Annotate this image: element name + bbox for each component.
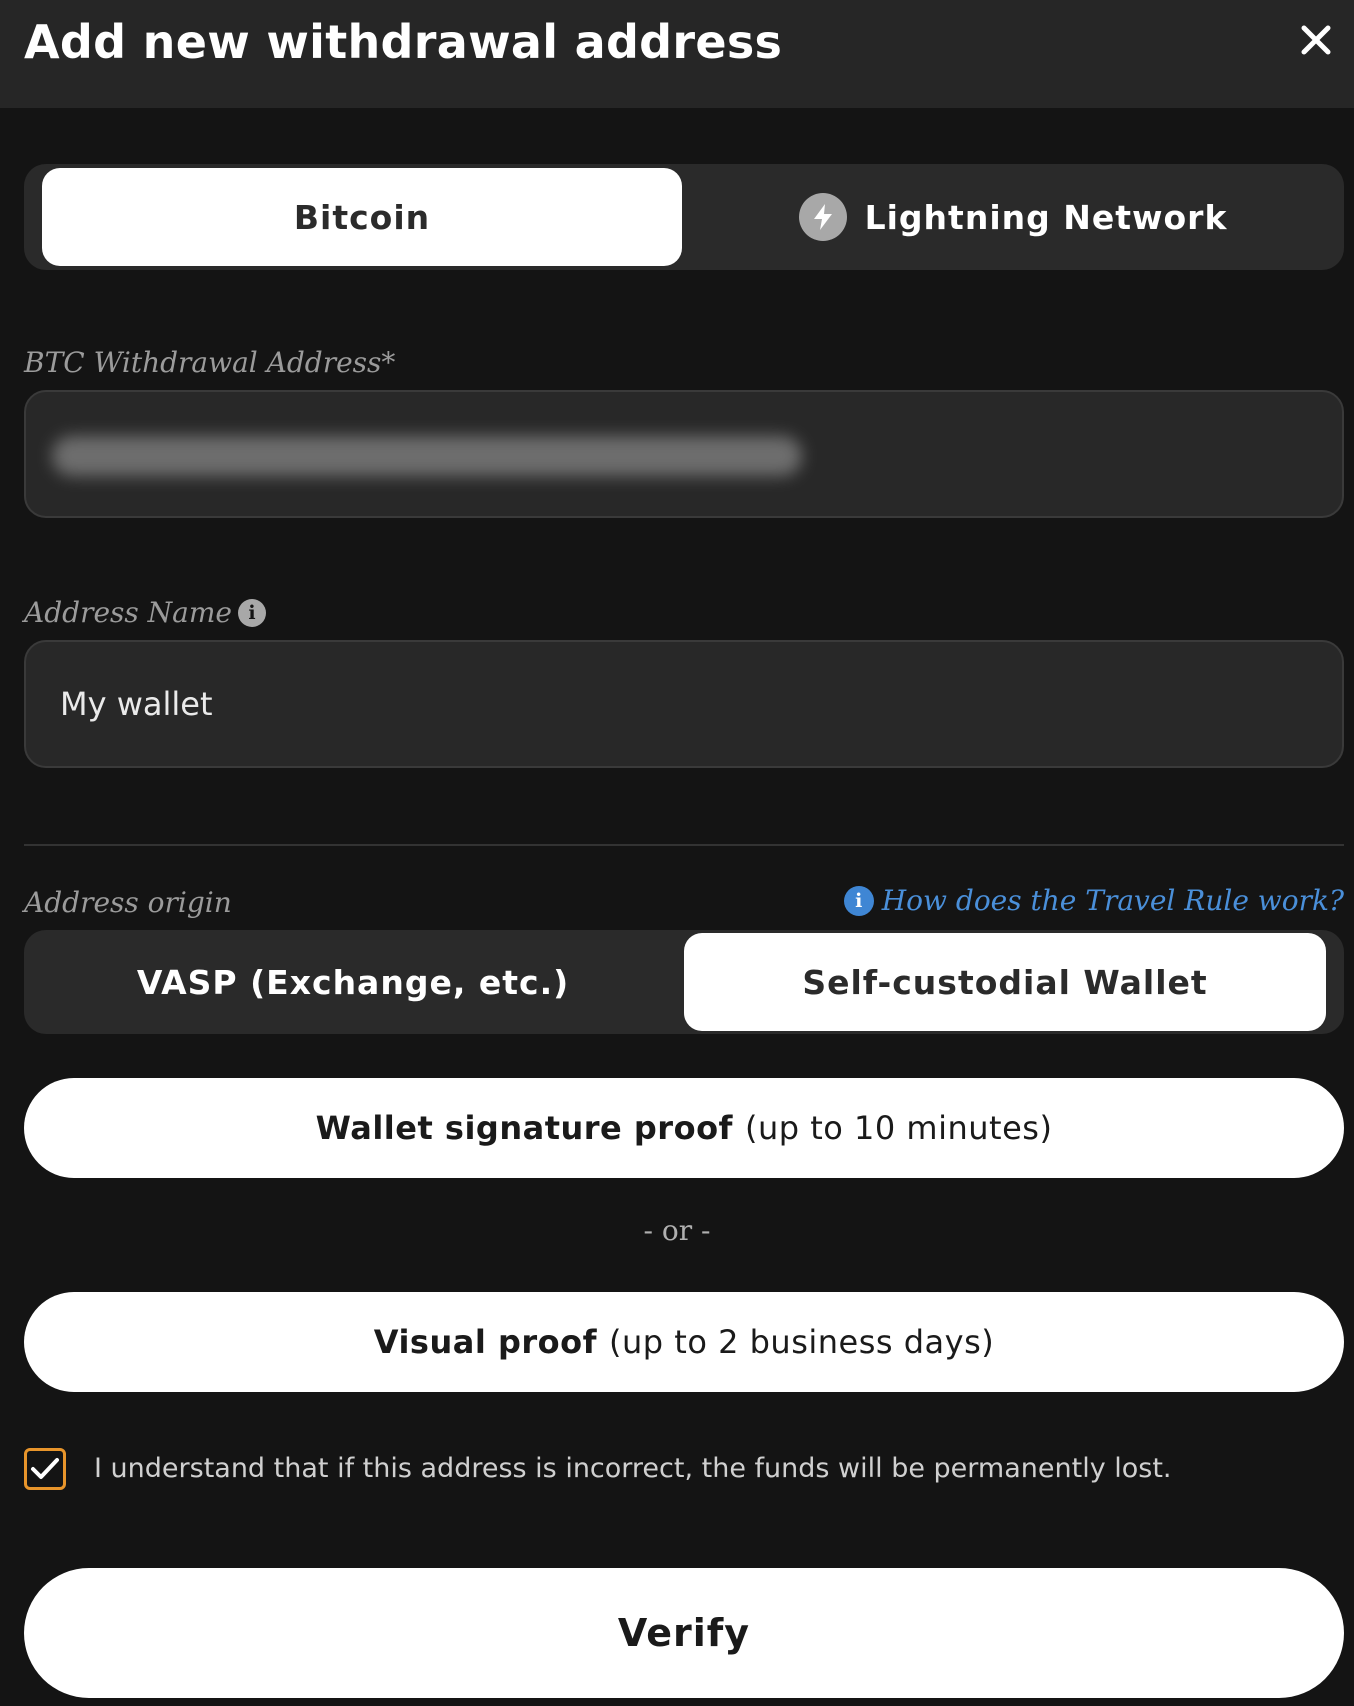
add-withdrawal-address-modal: Add new withdrawal address Bitcoin Light… bbox=[0, 0, 1354, 1706]
verify-button[interactable]: Verify bbox=[24, 1568, 1344, 1698]
checkmark-icon bbox=[31, 1458, 59, 1479]
btc-address-label: BTC Withdrawal Address* bbox=[24, 346, 396, 379]
close-icon[interactable] bbox=[1296, 20, 1336, 60]
bolt-icon bbox=[798, 193, 847, 241]
address-name-label: Address Name i bbox=[24, 596, 266, 629]
tab-vasp-label: VASP (Exchange, etc.) bbox=[136, 962, 570, 1002]
tab-self-custodial-wallet[interactable]: Self-custodial Wallet bbox=[684, 933, 1326, 1031]
tab-self-custodial-label: Self-custodial Wallet bbox=[802, 962, 1208, 1002]
modal-title: Add new withdrawal address bbox=[24, 15, 783, 69]
visual-proof-button[interactable]: Visual proof (up to 2 business days) bbox=[24, 1292, 1344, 1392]
tab-bitcoin-label: Bitcoin bbox=[293, 197, 431, 237]
travel-rule-link-text: How does the Travel Rule work? bbox=[881, 884, 1344, 917]
visual-proof-title: Visual proof bbox=[373, 1323, 598, 1361]
btc-address-input[interactable] bbox=[24, 390, 1344, 518]
section-divider bbox=[24, 844, 1344, 846]
tab-lightning-network[interactable]: Lightning Network bbox=[682, 168, 1344, 266]
modal-header: Add new withdrawal address bbox=[0, 0, 1354, 108]
signature-proof-duration: (up to 10 minutes) bbox=[744, 1109, 1053, 1147]
acknowledge-checkbox[interactable] bbox=[24, 1448, 66, 1490]
address-name-input[interactable]: My wallet bbox=[24, 640, 1344, 768]
verify-button-label: Verify bbox=[617, 1611, 751, 1655]
address-origin-toggle: VASP (Exchange, etc.) Self-custodial Wal… bbox=[24, 930, 1344, 1034]
travel-rule-help-link[interactable]: i How does the Travel Rule work? bbox=[843, 884, 1344, 917]
acknowledge-text: I understand that if this address is inc… bbox=[94, 1453, 1172, 1484]
info-icon: i bbox=[843, 885, 874, 916]
redacted-address-value bbox=[52, 436, 802, 476]
visual-proof-duration: (up to 2 business days) bbox=[609, 1323, 995, 1361]
network-toggle: Bitcoin Lightning Network bbox=[24, 164, 1344, 270]
tab-vasp[interactable]: VASP (Exchange, etc.) bbox=[24, 933, 682, 1031]
signature-proof-title: Wallet signature proof bbox=[315, 1109, 733, 1147]
wallet-signature-proof-button[interactable]: Wallet signature proof (up to 10 minutes… bbox=[24, 1078, 1344, 1178]
address-name-value: My wallet bbox=[60, 685, 213, 723]
address-origin-label: Address origin bbox=[24, 886, 232, 919]
address-name-label-text: Address Name bbox=[24, 596, 232, 629]
or-separator: - or - bbox=[643, 1214, 711, 1247]
tab-bitcoin[interactable]: Bitcoin bbox=[42, 168, 682, 266]
info-icon[interactable]: i bbox=[237, 599, 266, 627]
tab-lightning-label: Lightning Network bbox=[864, 197, 1228, 237]
